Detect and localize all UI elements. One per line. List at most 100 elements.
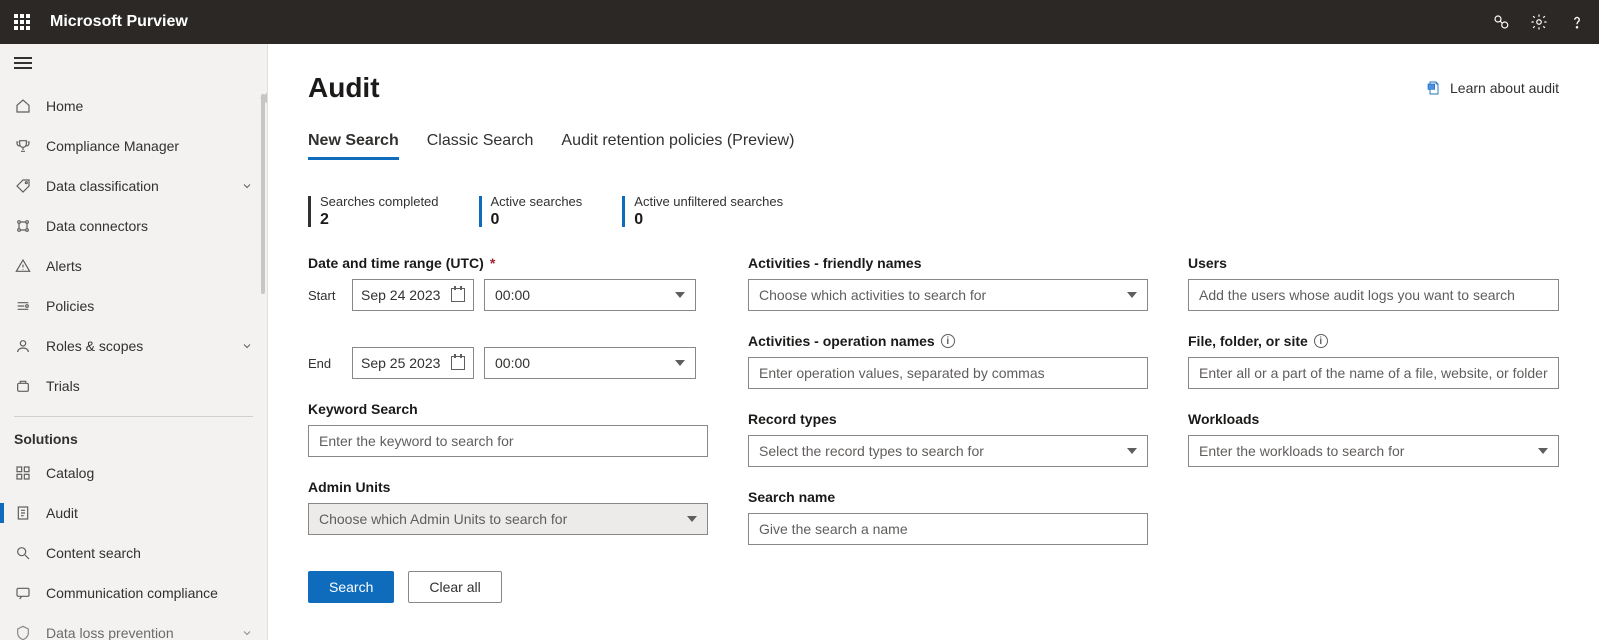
sidebar-item-label: Data classification xyxy=(46,178,159,194)
field-search-name: Search name xyxy=(748,489,1148,545)
stat-label: Active searches xyxy=(491,194,583,209)
home-icon xyxy=(14,97,32,115)
end-time-value: 00:00 xyxy=(495,355,530,371)
chevron-down-icon xyxy=(1127,292,1137,298)
sidebar-item-dlp[interactable]: Data loss prevention xyxy=(0,613,267,640)
button-label: Clear all xyxy=(429,579,480,595)
field-keyword: Keyword Search xyxy=(308,401,708,457)
sidebar-item-label: Policies xyxy=(46,298,94,314)
chevron-down-icon xyxy=(1538,448,1548,454)
search-button[interactable]: Search xyxy=(308,571,394,603)
connector-icon xyxy=(14,217,32,235)
sidebar-item-label: Catalog xyxy=(46,465,94,481)
start-date-input[interactable]: Sep 24 2023 xyxy=(352,279,474,311)
alert-icon xyxy=(14,257,32,275)
tab-label: New Search xyxy=(308,132,399,149)
field-label: File, folder, or site xyxy=(1188,333,1308,349)
page-title: Audit xyxy=(308,72,380,104)
stat-value: 0 xyxy=(634,211,783,229)
header-right xyxy=(1491,12,1587,32)
admin-units-placeholder: Choose which Admin Units to search for xyxy=(319,511,567,527)
sidebar-item-trials[interactable]: Trials xyxy=(0,366,267,406)
start-date-value: Sep 24 2023 xyxy=(361,287,440,303)
sidebar-item-dataclass[interactable]: Data classification xyxy=(0,166,267,206)
chevron-down-icon xyxy=(241,180,253,192)
chevron-down-icon xyxy=(241,627,253,639)
end-time-input[interactable]: 00:00 xyxy=(484,347,696,379)
button-label: Search xyxy=(329,579,373,595)
activities-friendly-select[interactable]: Choose which activities to search for xyxy=(748,279,1148,311)
app-launcher-icon[interactable] xyxy=(12,12,32,32)
chevron-down-icon xyxy=(241,340,253,352)
field-workloads: Workloads Enter the workloads to search … xyxy=(1188,411,1559,467)
sidebar-separator xyxy=(14,416,253,417)
workloads-placeholder: Enter the workloads to search for xyxy=(1199,443,1404,459)
file-input[interactable] xyxy=(1188,357,1559,389)
sidebar-item-contentsearch[interactable]: Content search xyxy=(0,533,267,573)
sidebar-section-header: Solutions xyxy=(0,423,267,453)
roles-icon xyxy=(14,337,32,355)
info-icon[interactable]: i xyxy=(1314,334,1328,348)
settings-icon[interactable] xyxy=(1529,12,1549,32)
sidebar-item-label: Communication compliance xyxy=(46,585,218,601)
search-name-input[interactable] xyxy=(748,513,1148,545)
sidebar-item-commcompliance[interactable]: Communication compliance xyxy=(0,573,267,613)
main-content: Audit Learn about audit New Search Class… xyxy=(268,44,1599,640)
catalog-icon xyxy=(14,464,32,482)
stat-value: 0 xyxy=(491,211,583,229)
stats-row: Searches completed 2 Active searches 0 A… xyxy=(308,194,1559,229)
activities-op-input[interactable] xyxy=(748,357,1148,389)
help-icon[interactable] xyxy=(1567,12,1587,32)
stat-active-searches: Active searches 0 xyxy=(479,194,583,229)
end-date-input[interactable]: Sep 25 2023 xyxy=(352,347,474,379)
sidebar-item-compliance[interactable]: Compliance Manager xyxy=(0,126,267,166)
stat-label: Active unfiltered searches xyxy=(634,194,783,209)
field-file: File, folder, or site i xyxy=(1188,333,1559,389)
audit-icon xyxy=(14,504,32,522)
stat-active-unfiltered: Active unfiltered searches 0 xyxy=(622,194,783,229)
sidebar-item-audit[interactable]: Audit xyxy=(0,493,267,533)
field-label: Search name xyxy=(748,489,1148,505)
learn-about-link[interactable]: Learn about audit xyxy=(1426,80,1559,96)
clear-all-button[interactable]: Clear all xyxy=(408,571,501,603)
tab-label: Classic Search xyxy=(427,132,534,149)
sidebar-item-label: Data connectors xyxy=(46,218,148,234)
field-label: Users xyxy=(1188,255,1559,271)
tab-label: Audit retention policies (Preview) xyxy=(561,132,794,149)
field-admin-units: Admin Units Choose which Admin Units to … xyxy=(308,479,708,535)
tab-classic-search[interactable]: Classic Search xyxy=(427,132,534,160)
notifications-icon[interactable] xyxy=(1491,12,1511,32)
workloads-select[interactable]: Enter the workloads to search for xyxy=(1188,435,1559,467)
record-types-select[interactable]: Select the record types to search for xyxy=(748,435,1148,467)
global-header: Microsoft Purview xyxy=(0,0,1599,44)
users-input[interactable] xyxy=(1188,279,1559,311)
tab-new-search[interactable]: New Search xyxy=(308,132,399,160)
sidebar-item-connectors[interactable]: Data connectors xyxy=(0,206,267,246)
admin-units-select[interactable]: Choose which Admin Units to search for xyxy=(308,503,708,535)
sidebar-item-label: Trials xyxy=(46,378,80,394)
field-label: Activities - friendly names xyxy=(748,255,1148,271)
end-label: End xyxy=(308,356,342,371)
chevron-down-icon xyxy=(1127,448,1137,454)
sidebar-item-policies[interactable]: Policies xyxy=(0,286,267,326)
sidebar-item-roles[interactable]: Roles & scopes xyxy=(0,326,267,366)
sidebar-item-catalog[interactable]: Catalog xyxy=(0,453,267,493)
end-date-value: Sep 25 2023 xyxy=(361,355,440,371)
document-icon xyxy=(1426,80,1442,96)
sidebar-item-home[interactable]: Home xyxy=(0,86,267,126)
sidebar-toggle[interactable] xyxy=(0,44,267,82)
field-label: Date and time range (UTC) xyxy=(308,255,484,271)
field-label: Record types xyxy=(748,411,1148,427)
info-icon[interactable]: i xyxy=(941,334,955,348)
calendar-icon xyxy=(451,288,465,302)
chevron-down-icon xyxy=(687,516,697,522)
sidebar: Home Compliance Manager Data classificat… xyxy=(0,44,268,640)
start-time-input[interactable]: 00:00 xyxy=(484,279,696,311)
start-label: Start xyxy=(308,288,342,303)
chevron-down-icon xyxy=(675,292,685,298)
sidebar-item-label: Home xyxy=(46,98,83,114)
tab-audit-retention[interactable]: Audit retention policies (Preview) xyxy=(561,132,794,160)
learn-link-label: Learn about audit xyxy=(1450,80,1559,96)
sidebar-item-alerts[interactable]: Alerts xyxy=(0,246,267,286)
keyword-input[interactable] xyxy=(308,425,708,457)
